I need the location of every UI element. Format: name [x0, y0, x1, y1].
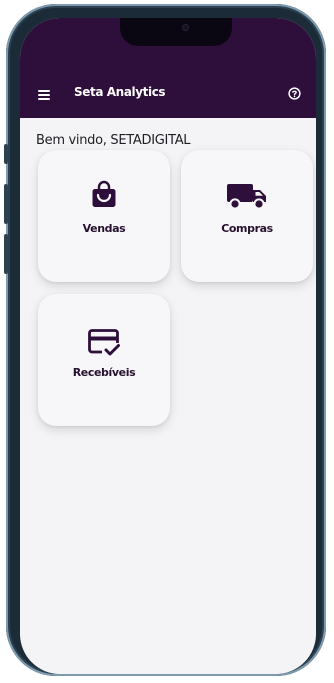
shopping-bag-icon	[92, 180, 116, 207]
app-title: Seta Analytics	[74, 85, 166, 99]
app-bar: Seta Analytics	[20, 18, 316, 118]
card-vendas[interactable]: Vendas	[38, 150, 170, 282]
welcome-text: Bem vindo, SETADIGITAL	[36, 133, 191, 148]
card-check-icon	[88, 329, 120, 356]
card-compras[interactable]: Compras	[181, 150, 313, 282]
menu-icon[interactable]	[38, 90, 50, 100]
truck-icon	[227, 184, 266, 210]
phone-side-button	[4, 144, 8, 164]
camera-icon	[182, 24, 189, 31]
phone-notch	[120, 18, 232, 46]
app-screen: Seta Analytics Bem vindo, SETADIGITAL Ve…	[20, 18, 316, 674]
help-circle-icon[interactable]	[288, 87, 301, 100]
card-label-recebiveis: Recebíveis	[72, 366, 136, 379]
card-label-compras: Compras	[221, 222, 273, 235]
card-recebiveis[interactable]: Recebíveis	[38, 294, 170, 426]
phone-side-button	[4, 234, 8, 274]
card-label-vendas: Vendas	[82, 222, 126, 235]
phone-side-button	[4, 184, 8, 224]
